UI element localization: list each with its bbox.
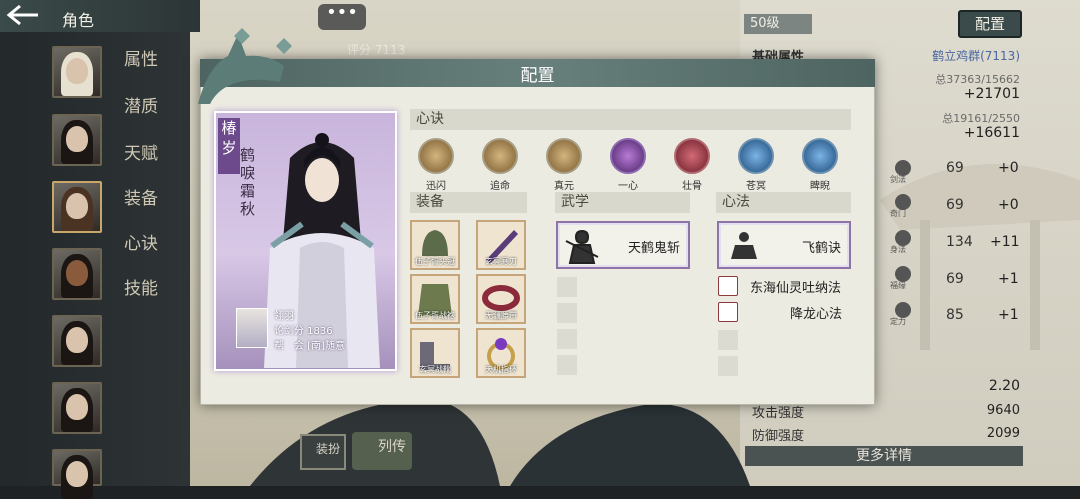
character-slot[interactable] <box>52 382 102 434</box>
page-title: 角色 <box>62 11 95 30</box>
card-tag: 椿岁 <box>218 118 240 174</box>
empty-slot[interactable] <box>557 303 577 323</box>
player-score: 论剑分 1836 <box>274 326 333 337</box>
nav-potential[interactable]: 潜质 <box>124 92 158 117</box>
equip-slot-ring[interactable]: 天机指环 <box>476 328 526 378</box>
skill-label: 一心 <box>618 181 638 192</box>
equip-slot-helmet[interactable]: 伍子胥头冠 <box>410 220 460 270</box>
player-guild: 帮 会 [南]随意 <box>274 341 345 352</box>
dragon-skill-icon[interactable] <box>802 138 838 174</box>
nav-xinjue[interactable]: 心诀 <box>124 229 158 254</box>
empty-slot[interactable] <box>718 330 738 350</box>
skill-label: 追命 <box>490 181 510 192</box>
character-slot[interactable] <box>52 315 102 367</box>
canming-skill-icon[interactable] <box>738 138 774 174</box>
character-slot[interactable] <box>52 114 102 166</box>
meditating-figure-icon <box>731 232 757 259</box>
nav-talent[interactable]: 天赋 <box>124 139 158 164</box>
skill-label: 苍冥 <box>746 181 766 192</box>
xinfa-item[interactable]: 东海仙灵吐纳法 <box>750 277 841 296</box>
attr-value: 134 <box>946 234 973 250</box>
attr-name: 定力 <box>890 317 906 326</box>
equip-slot-boots[interactable]: 玄冥战靴 <box>410 328 460 378</box>
pursuit-skill-icon[interactable] <box>482 138 518 174</box>
stat-a-line: 总37363/15662 <box>935 73 1020 86</box>
equip-slot-weapon[interactable]: 玄冥寒刃 <box>476 220 526 270</box>
equipment-header: 装备 <box>410 192 527 213</box>
player-avatar <box>236 308 268 348</box>
xinfa-item[interactable]: 降龙心法 <box>790 303 842 322</box>
attr-name: 福缘 <box>890 281 906 290</box>
top-score: 评分 7113 <box>347 43 406 57</box>
empty-slot[interactable] <box>557 355 577 375</box>
player-name: 翎羽 <box>274 311 294 322</box>
defense-label: 防御强度 <box>752 429 805 444</box>
attack-value: 9640 <box>986 403 1020 418</box>
inner-art-slot[interactable]: 飞鹤诀 <box>717 221 851 269</box>
dodge-skill-icon[interactable] <box>418 138 454 174</box>
character-name: 鹤唳霜秋 <box>240 146 256 218</box>
player-name: 鹤立鸡群(7113) <box>932 49 1020 63</box>
breathing-art-icon <box>718 276 738 296</box>
attr-value: 69 <box>946 271 964 287</box>
empty-slot[interactable] <box>557 277 577 297</box>
attr-name: 奇门 <box>890 209 906 218</box>
more-details-button[interactable]: 更多详情 <box>745 446 1023 466</box>
character-slot[interactable] <box>52 46 102 98</box>
character-slot[interactable] <box>52 248 102 300</box>
attr-bonus: +0 <box>998 160 1019 176</box>
wuxue-header: 武学 <box>555 192 690 213</box>
attr-name: 剑法 <box>890 175 906 184</box>
martial-art-slot[interactable]: 天鹤鬼斩 <box>556 221 690 269</box>
xinfa-header: 心法 <box>716 192 851 213</box>
attr-bonus: +1 <box>998 307 1019 323</box>
nav-skills[interactable]: 技能 <box>124 274 158 299</box>
dialog-title: 配置 <box>520 66 555 86</box>
biography-button[interactable]: 列传 <box>352 432 412 470</box>
character-slot[interactable] <box>52 449 102 499</box>
equip-slot-armor[interactable]: 伍子胥战袍 <box>410 274 460 324</box>
back-button[interactable] <box>6 3 46 29</box>
attr-name: 身法 <box>890 245 906 254</box>
skill-label: 真元 <box>554 181 574 192</box>
empty-slot[interactable] <box>557 329 577 349</box>
true-essence-skill-icon[interactable] <box>546 138 582 174</box>
skill-label: 迅闪 <box>426 181 446 192</box>
outfit-button[interactable]: 装扮 <box>300 434 346 470</box>
stat-b-bonus: +16611 <box>963 125 1020 141</box>
xinjue-header: 心诀 <box>410 109 851 130</box>
attr-value: 85 <box>946 307 964 323</box>
dialog-corner-ornament <box>198 28 292 104</box>
swordsman-figure-icon <box>565 229 599 264</box>
bone-skill-icon[interactable] <box>674 138 710 174</box>
skill-label: 壮骨 <box>682 181 702 192</box>
empty-slot[interactable] <box>718 356 738 376</box>
nav-equipment[interactable]: 装备 <box>124 184 158 209</box>
level-badge: 50级 <box>744 14 812 34</box>
chat-bubble-icon[interactable]: ••• <box>318 4 366 30</box>
attr-bonus: +0 <box>998 197 1019 213</box>
stat-a-bonus: +21701 <box>963 86 1020 102</box>
nav-attributes[interactable]: 属性 <box>124 45 158 70</box>
dragon-art-icon <box>718 302 738 322</box>
equip-slot-belt[interactable]: 无疆腰带 <box>476 274 526 324</box>
defense-value: 2099 <box>986 426 1020 441</box>
back-arrow-icon <box>6 4 38 26</box>
focus-skill-icon[interactable] <box>610 138 646 174</box>
attr-value: 69 <box>946 197 964 213</box>
skill-label: 睥睨 <box>810 181 830 192</box>
config-button[interactable]: 配置 <box>958 10 1022 38</box>
attr-bonus: +11 <box>990 234 1020 250</box>
attr-value: 69 <box>946 160 964 176</box>
character-slot[interactable] <box>52 181 102 233</box>
crit-value: 2.20 <box>988 378 1020 394</box>
attr-bonus: +1 <box>998 271 1019 287</box>
stat-b-line: 总19161/2550 <box>942 112 1020 125</box>
